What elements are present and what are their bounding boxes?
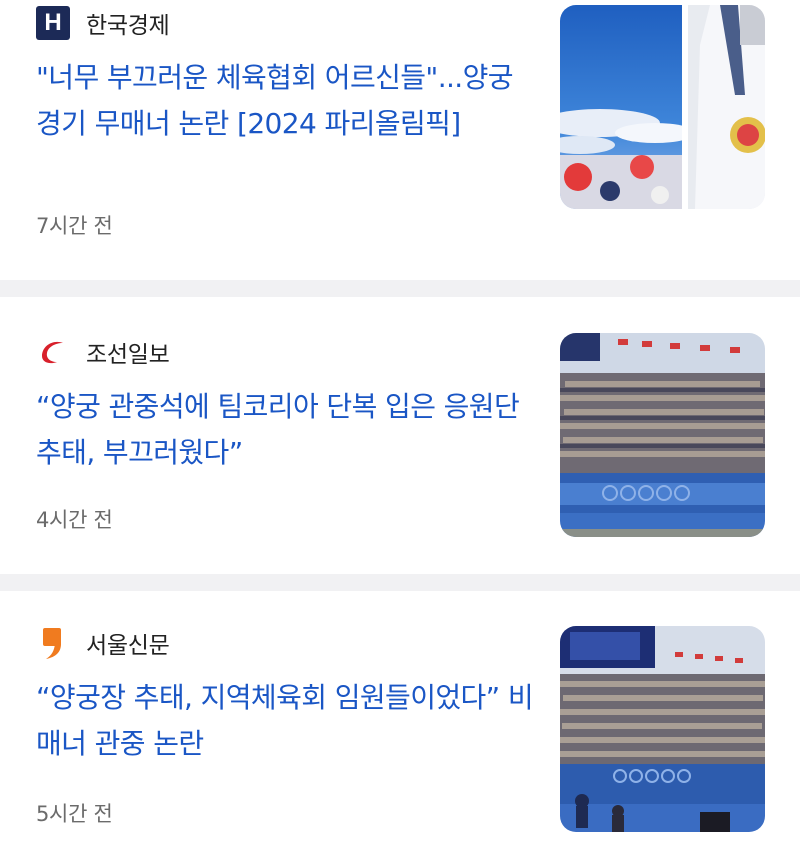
thumbnail-image	[560, 626, 765, 832]
olympics-photo-thumbnail[interactable]	[560, 5, 765, 209]
hankyung-logo-icon: H	[36, 6, 70, 40]
thumbnail-image	[560, 5, 765, 209]
seoul-shinmun-logo-icon	[36, 626, 70, 660]
source-row[interactable]: 조선일보	[36, 332, 170, 372]
news-card[interactable]: 조선일보 “양궁 관중석에 팀코리아 단복 입은 응원단 추태, 부끄러웠다” …	[0, 297, 800, 574]
thumbnail-image	[560, 333, 765, 537]
stadium-crowd-thumbnail[interactable]	[560, 333, 765, 537]
news-card[interactable]: 서울신문 “양궁장 추태, 지역체육회 임원들이었다” 비매너 관중 논란 5시…	[0, 591, 800, 858]
source-name[interactable]: 서울신문	[86, 626, 170, 660]
timestamp: 7시간 전	[36, 214, 113, 238]
timestamp: 4시간 전	[36, 508, 113, 532]
headline-link[interactable]: “양궁 관중석에 팀코리아 단복 입은 응원단 추태, 부끄러웠다”	[36, 384, 536, 476]
logo-letter: H	[44, 9, 62, 36]
source-row[interactable]: 서울신문	[36, 623, 170, 663]
news-feed: H 한국경제 "너무 부끄러운 체육협회 어르신들"...양궁 경기 무매너 논…	[0, 0, 800, 858]
stadium-crowd-thumbnail[interactable]	[560, 626, 765, 832]
source-name[interactable]: 조선일보	[86, 335, 170, 369]
news-card[interactable]: H 한국경제 "너무 부끄러운 체육협회 어르신들"...양궁 경기 무매너 논…	[0, 0, 800, 280]
source-row[interactable]: H 한국경제	[36, 3, 170, 43]
headline-link[interactable]: "너무 부끄러운 체육협회 어르신들"...양궁 경기 무매너 논란 [2024…	[36, 55, 536, 147]
chosun-logo-icon	[36, 335, 70, 369]
timestamp: 5시간 전	[36, 802, 113, 826]
source-name[interactable]: 한국경제	[86, 6, 170, 40]
headline-link[interactable]: “양궁장 추태, 지역체육회 임원들이었다” 비매너 관중 논란	[36, 675, 536, 767]
